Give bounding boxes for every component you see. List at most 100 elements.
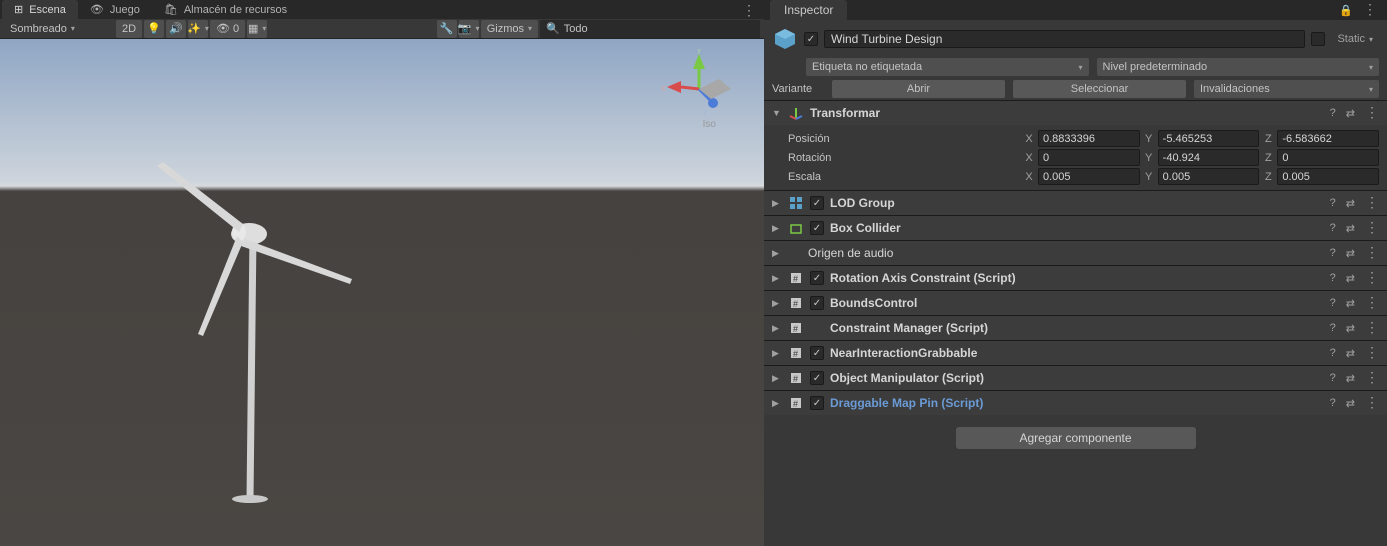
enable-checkbox[interactable] bbox=[810, 371, 824, 385]
menu-icon[interactable]: ⋮ bbox=[1365, 197, 1379, 210]
prefab-icon[interactable] bbox=[772, 26, 798, 52]
pos-x[interactable]: 0.8833396 bbox=[1038, 130, 1140, 147]
help-icon[interactable]: ? bbox=[1330, 272, 1336, 285]
menu-icon[interactable]: ⋮ bbox=[1365, 247, 1379, 260]
rot-y[interactable]: -40.924 bbox=[1158, 149, 1260, 166]
tab-inspector[interactable]: Inspector bbox=[770, 0, 847, 20]
preset-icon[interactable]: ⇄ bbox=[1346, 372, 1355, 385]
help-icon[interactable]: ? bbox=[1330, 297, 1336, 310]
bounds-control-header[interactable]: ▶ # BoundsControl ?⇄⋮ bbox=[764, 291, 1387, 315]
gizmos-dropdown[interactable]: Gizmos bbox=[481, 20, 538, 38]
scale-label: Escala bbox=[788, 171, 1020, 183]
tab-game[interactable]: 👁 Juego bbox=[78, 0, 152, 19]
preset-icon[interactable]: ⇄ bbox=[1346, 247, 1355, 260]
tab-menu-icon[interactable]: ⋮ bbox=[742, 5, 764, 15]
preset-icon[interactable]: ⇄ bbox=[1346, 397, 1355, 410]
scene-viewport[interactable]: x y z Iso bbox=[0, 39, 764, 546]
foldout-icon[interactable]: ▶ bbox=[772, 373, 782, 384]
2d-toggle[interactable]: 2D bbox=[116, 20, 142, 38]
rotation-axis-header[interactable]: ▶ # Rotation Axis Constraint (Script) ?⇄… bbox=[764, 266, 1387, 290]
help-icon[interactable]: ? bbox=[1330, 397, 1336, 410]
preset-icon[interactable]: ⇄ bbox=[1346, 107, 1355, 120]
menu-icon[interactable]: ⋮ bbox=[1365, 322, 1379, 335]
help-icon[interactable]: ? bbox=[1330, 107, 1336, 120]
help-icon[interactable]: ? bbox=[1330, 222, 1336, 235]
preset-icon[interactable]: ⇄ bbox=[1346, 222, 1355, 235]
object-name-field[interactable]: Wind Turbine Design bbox=[824, 30, 1305, 48]
foldout-icon[interactable]: ▶ bbox=[772, 323, 782, 334]
preset-icon[interactable]: ⇄ bbox=[1346, 347, 1355, 360]
search-field[interactable]: 🔍 Todo bbox=[540, 20, 760, 38]
preset-icon[interactable]: ⇄ bbox=[1346, 322, 1355, 335]
tab-scene[interactable]: ⊞ Escena bbox=[2, 0, 78, 19]
hidden-count[interactable]: 👁 0 bbox=[210, 20, 245, 38]
grid-dropdown[interactable]: ▦ bbox=[247, 20, 267, 38]
audio-icon[interactable]: 🔊 bbox=[166, 20, 186, 38]
audio-source-header[interactable]: ▶ Origen de audio ?⇄⋮ bbox=[764, 241, 1387, 265]
enable-checkbox[interactable] bbox=[810, 346, 824, 360]
camera-dropdown[interactable]: 📷 bbox=[459, 20, 479, 38]
active-checkbox[interactable] bbox=[804, 32, 818, 46]
lod-header[interactable]: ▶ LOD Group ?⇄⋮ bbox=[764, 191, 1387, 215]
lock-icon[interactable]: 🔒 bbox=[1339, 4, 1353, 17]
light-icon[interactable]: 💡 bbox=[144, 20, 164, 38]
help-icon[interactable]: ? bbox=[1330, 197, 1336, 210]
scl-y[interactable]: 0.005 bbox=[1158, 168, 1260, 185]
foldout-icon[interactable]: ▶ bbox=[772, 348, 782, 359]
constraint-manager-header[interactable]: ▶ # Constraint Manager (Script) ?⇄⋮ bbox=[764, 316, 1387, 340]
open-button[interactable]: Abrir bbox=[832, 80, 1005, 98]
static-dropdown[interactable]: Static bbox=[1331, 30, 1379, 48]
menu-icon[interactable]: ⋮ bbox=[1365, 347, 1379, 360]
preset-icon[interactable]: ⇄ bbox=[1346, 297, 1355, 310]
menu-icon[interactable]: ⋮ bbox=[1365, 107, 1379, 120]
help-icon[interactable]: ? bbox=[1330, 372, 1336, 385]
scl-x[interactable]: 0.005 bbox=[1038, 168, 1140, 185]
foldout-icon[interactable]: ▶ bbox=[772, 223, 782, 234]
near-interaction-header[interactable]: ▶ # NearInteractionGrabbable ?⇄⋮ bbox=[764, 341, 1387, 365]
layer-dropdown[interactable]: Nivel predeterminado bbox=[1097, 58, 1380, 76]
wind-turbine-model[interactable] bbox=[135, 104, 385, 504]
object-manipulator-header[interactable]: ▶ # Object Manipulator (Script) ?⇄⋮ bbox=[764, 366, 1387, 390]
foldout-icon[interactable]: ▶ bbox=[772, 248, 782, 259]
pos-y[interactable]: -5.465253 bbox=[1158, 130, 1260, 147]
rot-x[interactable]: 0 bbox=[1038, 149, 1140, 166]
overrides-dropdown[interactable]: Invalidaciones bbox=[1194, 80, 1379, 98]
preset-icon[interactable]: ⇄ bbox=[1346, 272, 1355, 285]
help-icon[interactable]: ? bbox=[1330, 347, 1336, 360]
help-icon[interactable]: ? bbox=[1330, 247, 1336, 260]
pos-z[interactable]: -6.583662 bbox=[1277, 130, 1379, 147]
enable-checkbox[interactable] bbox=[810, 221, 824, 235]
preset-icon[interactable]: ⇄ bbox=[1346, 197, 1355, 210]
select-button[interactable]: Seleccionar bbox=[1013, 80, 1186, 98]
box-collider-header[interactable]: ▶ Box Collider ?⇄⋮ bbox=[764, 216, 1387, 240]
menu-icon[interactable]: ⋮ bbox=[1365, 297, 1379, 310]
add-component-button[interactable]: Agregar componente bbox=[956, 427, 1196, 449]
enable-checkbox[interactable] bbox=[810, 296, 824, 310]
menu-icon[interactable]: ⋮ bbox=[1365, 372, 1379, 385]
menu-icon[interactable]: ⋮ bbox=[1365, 397, 1379, 410]
orientation-gizmo[interactable]: x y z bbox=[659, 49, 739, 129]
foldout-icon[interactable]: ▼ bbox=[772, 108, 782, 118]
foldout-icon[interactable]: ▶ bbox=[772, 298, 782, 309]
tab-menu-icon[interactable]: ⋮ bbox=[1363, 4, 1377, 17]
tool-icon[interactable]: 🔧 bbox=[437, 20, 457, 38]
menu-icon[interactable]: ⋮ bbox=[1365, 222, 1379, 235]
help-icon[interactable]: ? bbox=[1330, 322, 1336, 335]
foldout-icon[interactable]: ▶ bbox=[772, 273, 782, 284]
fx-dropdown[interactable]: ✨ bbox=[188, 20, 208, 38]
foldout-icon[interactable]: ▶ bbox=[772, 198, 782, 209]
enable-checkbox[interactable] bbox=[810, 196, 824, 210]
draggable-map-pin-header[interactable]: ▶ # Draggable Map Pin (Script) ?⇄⋮ bbox=[764, 391, 1387, 415]
scl-z[interactable]: 0.005 bbox=[1277, 168, 1379, 185]
enable-checkbox[interactable] bbox=[810, 271, 824, 285]
transform-header[interactable]: ▼ Transformar ? ⇄ ⋮ bbox=[764, 101, 1387, 125]
static-checkbox[interactable] bbox=[1311, 32, 1325, 46]
foldout-icon[interactable]: ▶ bbox=[772, 398, 782, 409]
enable-checkbox[interactable] bbox=[810, 396, 824, 410]
tab-assets[interactable]: 🛍 Almacén de recursos bbox=[152, 0, 299, 19]
rot-z[interactable]: 0 bbox=[1277, 149, 1379, 166]
tag-dropdown[interactable]: Etiqueta no etiquetada bbox=[806, 58, 1089, 76]
shading-dropdown[interactable]: Sombreado bbox=[4, 20, 114, 38]
projection-label[interactable]: Iso bbox=[703, 119, 716, 130]
menu-icon[interactable]: ⋮ bbox=[1365, 272, 1379, 285]
